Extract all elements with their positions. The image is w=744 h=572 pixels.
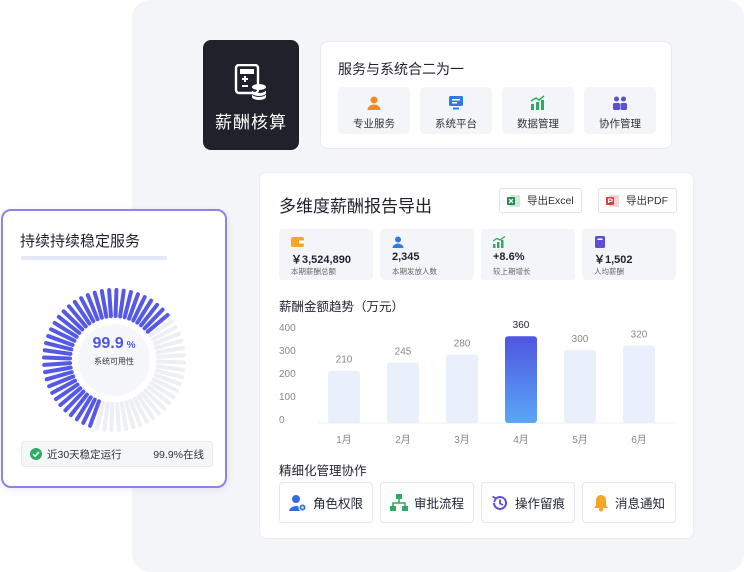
stability-title: 持续持续稳定服务: [20, 233, 141, 250]
bar-value-label: 300: [572, 334, 589, 345]
monitor-icon: [449, 96, 463, 110]
payroll-calc-tile[interactable]: 薪酬核算: [203, 40, 299, 150]
export-excel-button[interactable]: 导出Excel: [499, 188, 582, 213]
y-tick-label: 400: [279, 323, 296, 334]
service-professional[interactable]: 专业服务: [338, 87, 410, 134]
bar-3月: [446, 354, 478, 423]
y-tick-label: 300: [279, 346, 296, 357]
stat-headcount: 2,345 本期发放人数: [380, 229, 474, 280]
person-icon: [392, 236, 404, 248]
pdf-icon: [606, 194, 619, 207]
bar-value-label: 360: [513, 320, 530, 331]
bar-value-label: 245: [395, 347, 412, 358]
stat-caption: 本期发放人数: [392, 267, 437, 276]
bar-5月: [564, 350, 596, 423]
collab-label: 审批流程: [413, 497, 464, 511]
stability-footer: 近30天稳定运行 99.9%在线: [21, 441, 213, 467]
y-tick-label: 100: [279, 392, 296, 403]
bar-1月: [328, 370, 360, 423]
stat-caption: 较上期增长: [493, 267, 531, 276]
stat-caption: 本期薪酬总额: [291, 267, 336, 276]
flowchart-icon: [389, 493, 408, 511]
services-card: 服务与系统合二为一 专业服务 系统平台 数据管理 协作管理: [320, 41, 672, 149]
collab-label: 操作留痕: [514, 497, 565, 511]
payroll-trend-chart: 0 100 200 300 400 210 1月 245 2月 280 3月 360 4月 300 5月 32…: [279, 320, 676, 446]
gauge-tick-inactive: [109, 401, 115, 432]
x-tick-label: 6月: [631, 434, 647, 446]
bar-6月: [623, 345, 655, 423]
gauge-value: 99.9%: [92, 335, 136, 352]
stat-value: +8.6%: [493, 251, 525, 263]
service-platform[interactable]: 系统平台: [420, 87, 492, 134]
notification-button[interactable]: 消息通知: [582, 482, 676, 523]
report-title: 多维度薪酬报告导出: [279, 197, 432, 216]
bar-value-label: 210: [336, 355, 353, 366]
report-card: 多维度薪酬报告导出 导出Excel 导出PDF ￥3,524,890 本期薪酬总…: [259, 172, 694, 539]
calculator-coins-icon: [234, 64, 266, 100]
x-tick-label: 1月: [336, 434, 352, 446]
stat-value: 2,345: [392, 251, 420, 263]
title-underline: [21, 256, 167, 260]
footer-left-text: 近30天稳定运行: [47, 448, 122, 461]
bar-value-label: 280: [454, 339, 471, 350]
collab-label: 角色权限: [312, 497, 363, 511]
service-collab[interactable]: 协作管理: [584, 87, 656, 134]
x-tick-label: 2月: [395, 434, 411, 446]
book-icon: [595, 236, 605, 248]
x-tick-label: 5月: [572, 434, 588, 446]
bar-2月: [387, 362, 419, 423]
role-permission-button[interactable]: 角色权限: [279, 482, 373, 523]
bar-value-label: 320: [631, 329, 648, 340]
user-gear-icon: [288, 494, 307, 511]
export-excel-label: 导出Excel: [527, 195, 574, 207]
stat-total-payroll: ￥3,524,890 本期薪酬总额: [279, 229, 373, 280]
gauge-tick-active: [113, 288, 119, 319]
audit-trail-button[interactable]: 操作留痕: [481, 482, 575, 523]
gauge-caption: 系统可用性: [94, 357, 134, 366]
y-tick-label: 200: [279, 369, 296, 380]
excel-icon: [507, 194, 520, 207]
stat-per-capita: ￥1,502 人均薪酬: [582, 229, 676, 280]
bell-icon: [593, 494, 608, 511]
collab-title: 精细化管理协作: [279, 464, 367, 478]
service-label: 专业服务: [353, 118, 395, 130]
x-tick-label: 3月: [454, 434, 470, 446]
gauge-tick-active: [118, 288, 126, 319]
service-data[interactable]: 数据管理: [502, 87, 574, 134]
person-icon: [367, 96, 381, 110]
wallet-icon: [291, 237, 304, 247]
export-pdf-button[interactable]: 导出PDF: [598, 188, 677, 213]
stat-value: ￥3,524,890: [291, 254, 351, 266]
services-title: 服务与系统合二为一: [338, 61, 464, 77]
gauge-tick-inactive: [102, 401, 110, 432]
stat-value: ￥1,502: [594, 254, 633, 266]
chart-up-icon: [530, 95, 545, 110]
service-label: 系统平台: [435, 118, 477, 130]
export-pdf-label: 导出PDF: [626, 195, 668, 207]
gauge-tick-inactive: [115, 401, 121, 432]
service-label: 数据管理: [517, 118, 559, 130]
approval-flow-button[interactable]: 审批流程: [380, 482, 474, 523]
history-icon: [492, 495, 507, 510]
x-tick-label: 4月: [513, 434, 529, 446]
bar-4月: [505, 336, 537, 423]
stat-caption: 人均薪酬: [594, 267, 624, 276]
collab-label: 消息通知: [614, 497, 665, 511]
trend-up-icon: [493, 236, 506, 248]
team-icon: [613, 96, 627, 110]
stat-growth: +8.6% 较上期增长: [481, 229, 575, 280]
stability-card: 持续持续稳定服务 99.9% 系统可用性 近30天稳定运行 99.9%在线: [1, 209, 227, 488]
gauge-tick-active: [107, 288, 113, 319]
service-label: 协作管理: [599, 118, 641, 130]
calc-title: 薪酬核算: [215, 113, 287, 132]
check-circle-icon: [30, 448, 42, 460]
footer-right-text: 99.9%在线: [153, 448, 204, 461]
y-tick-label: 0: [279, 415, 285, 426]
